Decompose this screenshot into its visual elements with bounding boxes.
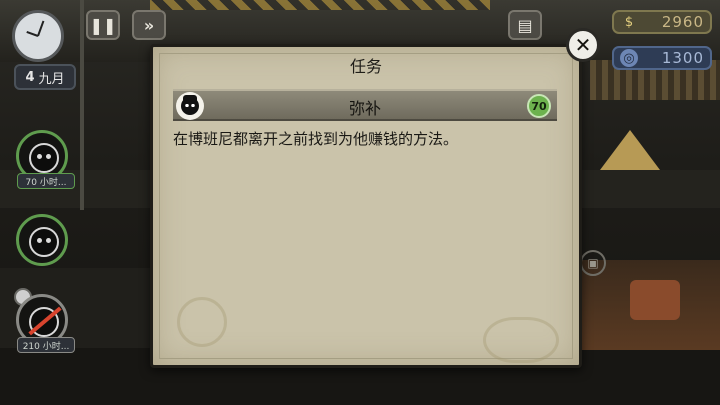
decorative-stamp (177, 297, 227, 347)
close-button[interactable]: ✕ (566, 28, 600, 62)
room-interior (580, 260, 720, 350)
mission-row[interactable]: 弥补 70 (173, 89, 557, 121)
face-icon (29, 143, 59, 173)
clock-minute-hand (37, 20, 45, 37)
character-task-time: 210 小时... (17, 337, 75, 353)
eye (37, 154, 42, 159)
clock-icon (12, 10, 64, 62)
mission-description: 在博班尼都离开之前找到为他赚钱的方法。 (173, 130, 459, 148)
tent (600, 130, 660, 170)
inventory-button[interactable]: ▤ (508, 10, 542, 40)
date-badge: 4 九月 (14, 64, 76, 90)
pause-icon: ❚❚ (89, 15, 117, 35)
date-day: 4 (25, 69, 35, 85)
pause-button[interactable]: ❚❚ (86, 10, 120, 40)
dollar-icon: $ (624, 14, 634, 30)
money-amount: 2960 (661, 13, 704, 31)
fast-forward-icon: » (143, 15, 155, 35)
coin-counter[interactable]: ◎ 1300 (612, 46, 712, 70)
pipe (80, 0, 84, 210)
close-icon: ✕ (574, 33, 592, 57)
furniture (630, 280, 680, 320)
tv-icon[interactable]: ▣ (580, 250, 606, 276)
face-icon (29, 227, 59, 257)
eye (46, 154, 51, 159)
character-portrait-2[interactable] (16, 214, 68, 266)
date-month: 九月 (38, 71, 65, 87)
coin-icon: ◎ (620, 49, 638, 67)
character-portrait-1[interactable]: 70 小时... (16, 130, 75, 189)
dialog-title: 任务 (349, 57, 382, 76)
hazard-stripes (150, 0, 490, 10)
decorative-stamp (483, 317, 559, 363)
character-portrait-3[interactable]: 210 小时... (16, 294, 75, 353)
money-counter[interactable]: $ 2960 (612, 10, 712, 34)
task-dialog: 任务 弥补 70 在博班尼都离开之前找到为他赚钱的方法。 (150, 44, 582, 368)
coin-amount: 1300 (661, 49, 704, 67)
mission-name: 弥补 (348, 99, 381, 118)
eye (37, 238, 42, 243)
character-task-time: 70 小时... (17, 173, 75, 189)
bag-icon: ▤ (517, 15, 533, 35)
tv-glyph: ▣ (587, 256, 599, 270)
mission-reward-badge: 70 (527, 94, 551, 118)
fast-forward-button[interactable]: » (132, 10, 166, 40)
clock-hour-hand (26, 30, 39, 37)
eye (46, 238, 51, 243)
